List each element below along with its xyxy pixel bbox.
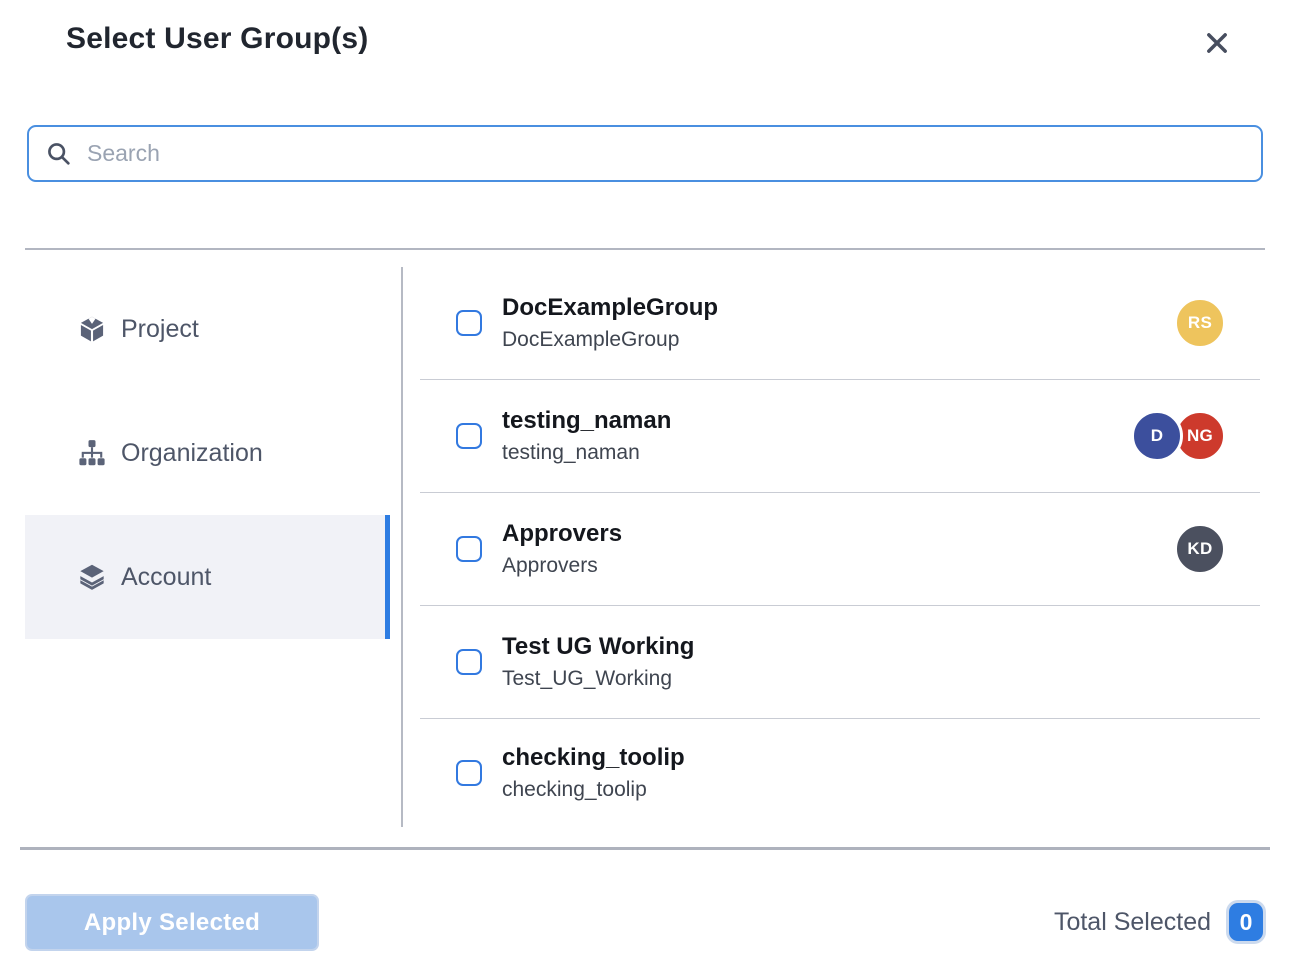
sidebar: Project Organization Account <box>25 267 390 639</box>
footer-divider <box>20 847 1270 850</box>
group-subtitle: DocExampleGroup <box>502 326 718 353</box>
group-subtitle: checking_toolip <box>502 776 685 803</box>
group-name: testing_naman <box>502 406 671 436</box>
group-subtitle: testing_naman <box>502 439 671 466</box>
vertical-divider <box>401 267 403 827</box>
avatar-d: D <box>1131 410 1183 462</box>
sitemap-icon <box>78 439 106 467</box>
sidebar-tab-organization[interactable]: Organization <box>25 391 390 515</box>
sidebar-tab-label: Account <box>121 563 211 592</box>
group-name: Approvers <box>502 519 622 549</box>
group-row[interactable]: Approvers Approvers KD <box>420 493 1260 606</box>
close-button[interactable] <box>1198 24 1236 62</box>
group-name: checking_toolip <box>502 743 685 773</box>
modal-title: Select User Group(s) <box>66 22 368 56</box>
sidebar-tab-label: Organization <box>121 439 263 468</box>
avatar-stack: KD <box>1174 523 1226 575</box>
group-subtitle: Test_UG_Working <box>502 665 694 692</box>
layers-icon <box>78 563 106 591</box>
group-checkbox[interactable] <box>456 310 482 336</box>
search-input[interactable] <box>87 140 1245 167</box>
search-icon <box>45 140 73 168</box>
group-checkbox[interactable] <box>456 536 482 562</box>
group-name: Test UG Working <box>502 632 694 662</box>
group-row[interactable]: Test UG Working Test_UG_Working <box>420 606 1260 719</box>
group-row[interactable]: checking_toolip checking_toolip <box>420 719 1260 827</box>
select-user-groups-modal: Select User Group(s) Project Organizatio… <box>0 0 1290 970</box>
sidebar-tab-project[interactable]: Project <box>25 267 390 391</box>
sidebar-tab-label: Project <box>121 315 199 344</box>
avatar-stack: RS <box>1174 297 1226 349</box>
total-selected-count-badge: 0 <box>1229 903 1263 941</box>
group-row[interactable]: testing_naman testing_naman DNG <box>420 380 1260 493</box>
group-list: DocExampleGroup DocExampleGroup RS testi… <box>420 267 1260 827</box>
group-checkbox[interactable] <box>456 423 482 449</box>
search-box <box>27 125 1263 182</box>
avatar-stack: DNG <box>1131 410 1226 462</box>
group-checkbox[interactable] <box>456 760 482 786</box>
sidebar-tab-account[interactable]: Account <box>25 515 390 639</box>
total-selected: Total Selected 0 <box>1054 898 1263 946</box>
close-icon <box>1203 29 1231 57</box>
header-divider <box>25 248 1265 250</box>
avatar-kd: KD <box>1174 523 1226 575</box>
avatar-rs: RS <box>1174 297 1226 349</box>
total-selected-label: Total Selected <box>1054 908 1211 937</box>
group-checkbox[interactable] <box>456 649 482 675</box>
apply-selected-button[interactable]: Apply Selected <box>25 894 319 951</box>
group-name: DocExampleGroup <box>502 293 718 323</box>
group-subtitle: Approvers <box>502 552 622 579</box>
group-row[interactable]: DocExampleGroup DocExampleGroup RS <box>420 267 1260 380</box>
cube-icon <box>78 315 106 343</box>
